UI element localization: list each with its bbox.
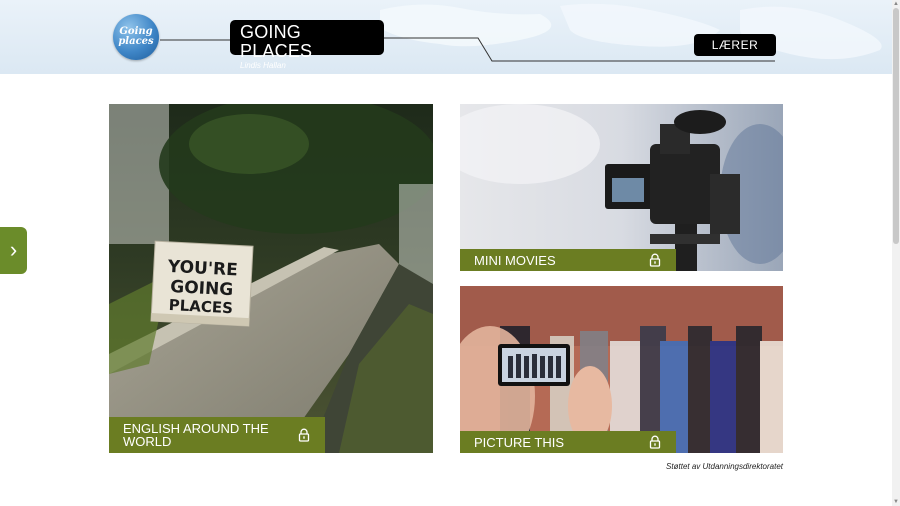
lock-icon (649, 253, 661, 267)
card-image-sign: YOU'RE GOING PLACES (109, 104, 433, 453)
scrollbar-thumb[interactable] (893, 8, 899, 244)
card-label-bar: PICTURE THIS (460, 431, 676, 453)
side-menu-toggle[interactable]: › (0, 227, 27, 274)
teacher-button[interactable]: LÆRER (694, 34, 776, 56)
card-picture-this[interactable]: PICTURE THIS (460, 286, 783, 453)
author-name: Lindis Hallan (240, 61, 286, 70)
card-title: MINI MOVIES (474, 252, 556, 268)
page-title: GOING PLACES (240, 22, 313, 61)
title-box: GOING PLACES Lindis Hallan (230, 20, 384, 70)
chevron-right-icon: › (9, 237, 18, 262)
scroll-up-arrow-icon[interactable]: ▲ (893, 1, 899, 7)
logo-text-line2: places (118, 36, 154, 47)
svg-text:PLACES: PLACES (168, 296, 233, 317)
lock-icon (298, 428, 310, 442)
card-english-around-the-world[interactable]: YOU'RE GOING PLACES ENGLISH AROUND THE W… (109, 104, 433, 453)
card-label-bar: ENGLISH AROUND THE WORLD (109, 417, 325, 453)
credit-text: Støttet av Utdanningsdirektoratet (666, 462, 783, 471)
card-image-camera (460, 104, 783, 271)
card-title: PICTURE THIS (474, 434, 565, 450)
going-places-logo[interactable]: Going places (113, 14, 159, 60)
header-banner: Going places GOING PLACES Lindis Hallan … (0, 0, 892, 74)
lock-icon (649, 435, 661, 449)
card-mini-movies[interactable]: MINI MOVIES (460, 104, 783, 271)
card-title: ENGLISH AROUND THE WORLD (123, 421, 269, 449)
vertical-scrollbar[interactable]: ▲ ▼ (892, 0, 900, 506)
scroll-down-arrow-icon[interactable]: ▼ (893, 499, 899, 505)
card-label-bar: MINI MOVIES (460, 249, 676, 271)
card-image-wedding-photo (460, 286, 783, 453)
